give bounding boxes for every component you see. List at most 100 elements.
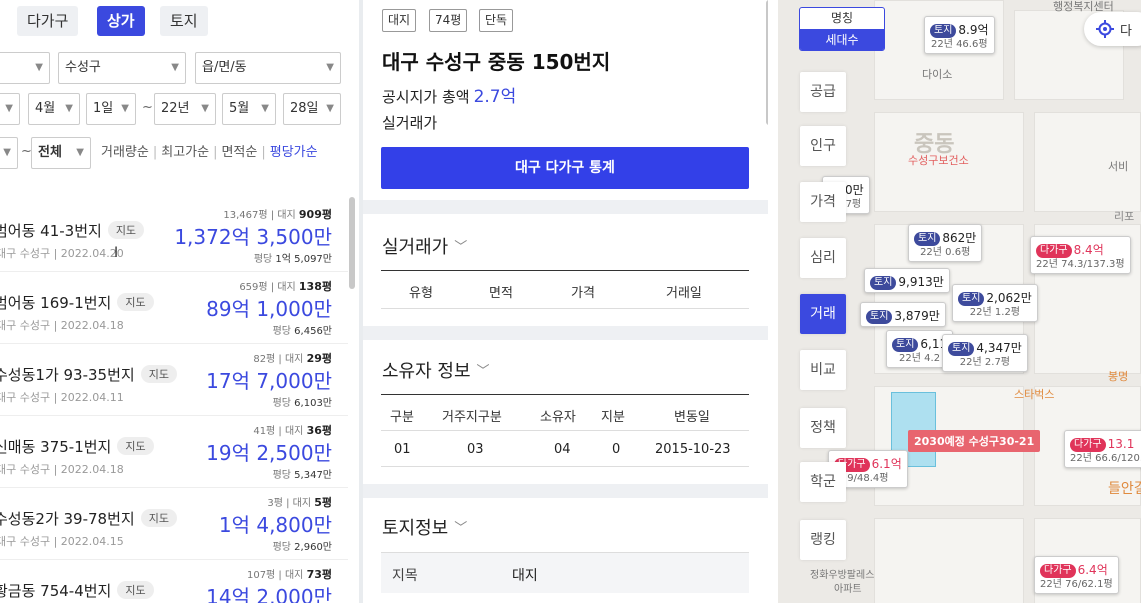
zone-label[interactable]: 2030예정 수성구30-21 — [908, 430, 1041, 452]
sort-volume[interactable]: 거래량순 — [101, 145, 149, 160]
listing-price-per-pyeong: 평당 2,960만 — [273, 538, 332, 553]
label-toggle: 명칭 세대수 — [799, 7, 885, 51]
map-tag-button[interactable]: 지도 — [117, 581, 154, 599]
side-population[interactable]: 인구 — [800, 126, 846, 166]
sort-area[interactable]: 면적순 — [221, 145, 257, 160]
listing-meta-land: 29평 — [306, 352, 332, 365]
year-to-select[interactable]: 22년 ▼ — [154, 93, 216, 125]
chevron-down-icon: ▼ — [326, 103, 334, 114]
sort-price-per-pyeong[interactable]: 평당가순 — [270, 145, 318, 160]
col-area: 면적 — [489, 286, 513, 301]
side-policy[interactable]: 정책 — [800, 408, 846, 448]
chevron-down-icon: ▼ — [76, 147, 84, 158]
marker-price: 0만 — [845, 183, 864, 197]
map-marker[interactable]: 토지 9,913만 — [864, 268, 950, 293]
map-tag-button[interactable]: 지도 — [140, 509, 177, 527]
marker-sub: 22년 66.6/120. — [1070, 453, 1141, 464]
listing-meta: 3평 | 대지 5평 — [267, 494, 332, 510]
marker-sub: 22년 1.2평 — [969, 307, 1021, 318]
listing-row[interactable]: 범어동 169-1번지 지도 대구 수성구 | 2022.04.18 659평 |… — [0, 272, 348, 344]
map-tag-button[interactable]: 지도 — [117, 293, 154, 311]
side-sentiment[interactable]: 심리 — [800, 238, 846, 278]
marker-sub: 22년 74.3/137.3평 — [1036, 259, 1125, 270]
stats-button[interactable]: 대구 다가구 통계 — [381, 147, 749, 189]
area-from-select[interactable]: ▼ — [0, 137, 18, 169]
listing-name: 황금동 754-4번지 지도 — [0, 580, 154, 601]
map-marker[interactable]: 다가구 13.1 22년 66.6/120. — [1064, 430, 1141, 468]
marker-price: 862만 — [942, 231, 977, 245]
marker-type: 토지 — [892, 338, 919, 352]
side-supply[interactable]: 공급 — [800, 72, 846, 112]
area-to-select[interactable]: 전체 ▼ — [31, 137, 91, 169]
section-silgeo-header[interactable]: 실거래가 ﹀ — [382, 233, 467, 259]
listing-row[interactable]: 신매동 375-1번지 지도 대구 수성구 | 2022.04.18 41평 | … — [0, 416, 348, 488]
map-marker[interactable]: 토지 3,879만 — [860, 302, 946, 327]
year-from-select[interactable]: ▼ — [0, 93, 20, 125]
dong-select[interactable]: 읍/면/동 ▼ — [195, 52, 341, 84]
map-marker[interactable]: 다가구 8.4억 22년 74.3/137.3평 — [1030, 236, 1131, 274]
day-from-value: 1일 — [93, 101, 114, 116]
marker-type: 토지 — [914, 232, 941, 246]
toggle-name[interactable]: 명칭 — [800, 8, 884, 29]
listing-meta-land: 909평 — [298, 208, 332, 221]
marker-type: 다가구 — [1036, 244, 1072, 258]
detail-panel: 대지 74평 단독 대구 수성구 중동 150번지 공시지가 총액 2.7억 실거… — [363, 0, 768, 603]
year-to-value: 22년 — [161, 101, 190, 116]
listing-price: 1,372억 3,500만 — [174, 225, 332, 249]
day-from-select[interactable]: 1일 ▼ — [86, 93, 136, 125]
district-select[interactable]: 수성구 ▼ — [58, 52, 186, 84]
side-school[interactable]: 학군 — [800, 462, 846, 502]
listing-row[interactable]: 범어동 41-3번지 지도 대구 수성구 | 2022.04.20 13,467평… — [0, 200, 348, 272]
listing-row[interactable]: 수성동1가 93-35번지 지도 대구 수성구 | 2022.04.11 82평 … — [0, 344, 348, 416]
chevron-down-icon: ﹀ — [454, 240, 468, 255]
tab-toji[interactable]: 토지 — [160, 6, 208, 36]
map-marker[interactable]: 토지 862만 22년 0.6평 — [908, 224, 983, 262]
listing-row[interactable]: 황금동 754-4번지 지도 107평 | 대지 73평 14억 2,000만 — [0, 560, 348, 603]
marker-type: 토지 — [870, 276, 897, 290]
tab-dagagu[interactable]: 다가구 — [17, 6, 79, 36]
month-to-select[interactable]: 5월 ▼ — [222, 93, 276, 125]
label-apt-name: 정화우방팔레스 — [810, 570, 875, 581]
detail-scrollbar[interactable] — [766, 0, 768, 125]
locate-button[interactable]: 다 — [1084, 12, 1141, 46]
map-tag-button[interactable]: 지도 — [107, 221, 145, 239]
section-land-header[interactable]: 토지정보 ﹀ — [382, 514, 467, 540]
tab-sangga[interactable]: 상가 — [97, 6, 145, 36]
toggle-households[interactable]: 세대수 — [800, 29, 884, 50]
day-to-select[interactable]: 28일 ▼ — [283, 93, 341, 125]
map-marker[interactable]: 다가구 6.4억 22년 76/62.1평 — [1034, 556, 1119, 594]
ppy-value: 6,103만 — [294, 398, 332, 409]
side-transactions[interactable]: 거래 — [800, 294, 846, 334]
map-marker[interactable]: 토지 2,062만 22년 1.2평 — [952, 284, 1038, 322]
map-marker[interactable]: 토지 8.9억 22년 46.6평 — [924, 16, 995, 54]
listing-price-per-pyeong: 평당 1억 5,097만 — [254, 250, 332, 265]
sort-max-price[interactable]: 최고가순 — [161, 145, 209, 160]
listing-meta: 659평 | 대지 138평 — [239, 278, 332, 294]
map-tag-button[interactable]: 지도 — [117, 437, 154, 455]
listing-price: 89억 1,000만 — [206, 297, 332, 321]
listing-scrollbar[interactable] — [349, 197, 355, 289]
section-title: 토지정보 — [382, 518, 449, 539]
ppy-value: 1억 5,097만 — [275, 254, 332, 265]
col-date: 거래일 — [666, 286, 702, 301]
map-view[interactable]: 행정복지센터 다이소 중동 수성구보건소 스타벅스 정화우방팔레스 아파트 리포… — [778, 0, 1141, 603]
city-select[interactable]: ▼ — [0, 52, 50, 84]
chevron-down-icon: ﹀ — [476, 364, 490, 379]
marker-type: 토지 — [948, 342, 975, 356]
listing-price: 1억 4,800만 — [218, 513, 332, 537]
map-tag-button[interactable]: 지도 — [140, 365, 177, 383]
chevron-down-icon: ▼ — [3, 147, 11, 158]
label-starbucks: 스타벅스 — [1014, 388, 1055, 401]
table-top-border — [381, 270, 749, 271]
month-from-select[interactable]: 4월 ▼ — [28, 93, 80, 125]
listing-meta-area: 82평 | 대지 — [253, 354, 307, 365]
listing-name: 신매동 375-1번지 지도 — [0, 436, 154, 457]
side-ranking[interactable]: 랭킹 — [800, 520, 846, 560]
listing-row[interactable]: 수성동2가 39-78번지 지도 대구 수성구 | 2022.04.15 3평 |… — [0, 488, 348, 560]
marker-type: 다가구 — [1070, 438, 1106, 452]
side-compare[interactable]: 비교 — [800, 350, 846, 390]
section-owner-header[interactable]: 소유자 정보 ﹀ — [382, 357, 490, 383]
map-marker[interactable]: 토지 4,347만 22년 2.7평 — [942, 334, 1028, 372]
col-residence: 거주지구분 — [442, 410, 502, 425]
side-price[interactable]: 가격 — [800, 182, 846, 222]
